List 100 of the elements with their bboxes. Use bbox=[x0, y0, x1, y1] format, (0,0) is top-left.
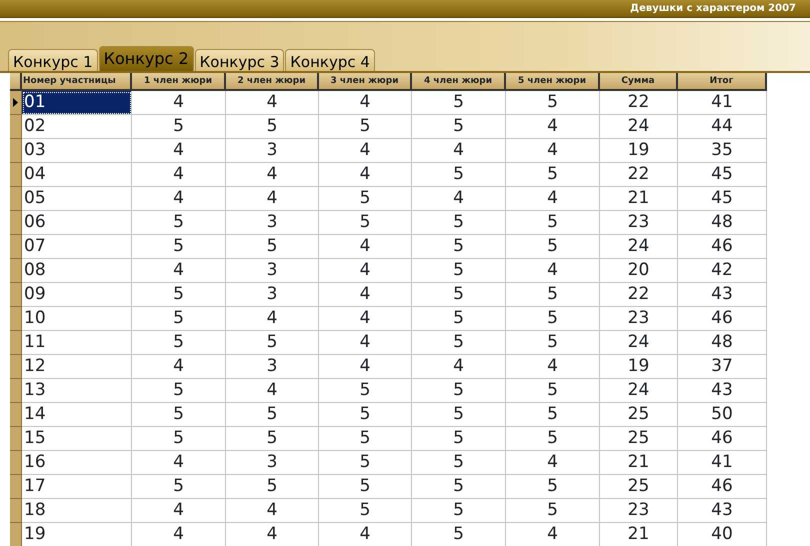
table-cell: 25 bbox=[600, 403, 678, 427]
table-cell: 3 bbox=[226, 259, 319, 283]
table-cell: 5 bbox=[319, 451, 412, 475]
table-cell: 3 bbox=[226, 355, 319, 379]
table-cell: 5 bbox=[132, 283, 226, 307]
table-cell: 5 bbox=[132, 211, 226, 235]
table-cell: 4 bbox=[132, 163, 226, 187]
table-cell: 15 bbox=[22, 427, 132, 451]
table-cell: 4 bbox=[506, 187, 600, 211]
table-cell: 4 bbox=[319, 139, 412, 163]
table-cell: 4 bbox=[319, 235, 412, 259]
table-cell: 22 bbox=[600, 283, 678, 307]
table-cell: 5 bbox=[412, 283, 506, 307]
column-header[interactable]: 4 член жюри bbox=[412, 73, 506, 91]
current-row-icon bbox=[13, 98, 18, 107]
table-cell: 21 bbox=[600, 523, 678, 546]
table-cell: 5 bbox=[319, 115, 412, 139]
table-cell: 48 bbox=[678, 211, 767, 235]
table-cell: 4 bbox=[132, 187, 226, 211]
table-cell: 14 bbox=[22, 403, 132, 427]
table-cell: 5 bbox=[412, 235, 506, 259]
table-cell: 4 bbox=[319, 355, 412, 379]
table-cell: 4 bbox=[506, 259, 600, 283]
table-cell: 44 bbox=[678, 115, 767, 139]
table-cell: 4 bbox=[319, 283, 412, 307]
table-cell: 5 bbox=[506, 235, 600, 259]
table-cell: 5 bbox=[319, 427, 412, 451]
table-cell: 25 bbox=[600, 427, 678, 451]
tab[interactable]: Конкурс 2 bbox=[98, 46, 194, 71]
column-header[interactable]: Номер участницы bbox=[22, 73, 132, 91]
table-cell: 5 bbox=[319, 187, 412, 211]
table-cell: 5 bbox=[319, 403, 412, 427]
table-cell: 46 bbox=[678, 427, 767, 451]
table-cell: 45 bbox=[678, 187, 767, 211]
table-cell: 22 bbox=[600, 163, 678, 187]
table-cell: 5 bbox=[319, 499, 412, 523]
tab[interactable]: Конкурс 1 bbox=[8, 49, 98, 71]
column-header[interactable]: 1 член жюри bbox=[132, 73, 226, 91]
row-selector[interactable] bbox=[10, 91, 22, 115]
table-cell: 4 bbox=[132, 259, 226, 283]
table-cell: 4 bbox=[506, 355, 600, 379]
table-cell: 4 bbox=[319, 331, 412, 355]
table-cell: 5 bbox=[319, 211, 412, 235]
table-cell: 20 bbox=[600, 259, 678, 283]
table-cell: 5 bbox=[132, 379, 226, 403]
table-cell: 5 bbox=[226, 115, 319, 139]
table-cell: 5 bbox=[226, 235, 319, 259]
table-cell: 23 bbox=[600, 499, 678, 523]
table-cell: 5 bbox=[132, 427, 226, 451]
table-cell: 5 bbox=[506, 211, 600, 235]
column-header[interactable]: 5 член жюри bbox=[506, 73, 600, 91]
table-cell: 4 bbox=[132, 499, 226, 523]
table-cell: 4 bbox=[226, 523, 319, 546]
table-cell: 23 bbox=[600, 211, 678, 235]
table-cell: 25 bbox=[600, 475, 678, 499]
table-cell: 03 bbox=[22, 139, 132, 163]
table-cell: 37 bbox=[678, 355, 767, 379]
table-cell: 4 bbox=[412, 139, 506, 163]
table-cell: 5 bbox=[412, 499, 506, 523]
table-cell: 3 bbox=[226, 451, 319, 475]
table-cell: 4 bbox=[319, 163, 412, 187]
table-cell: 41 bbox=[678, 451, 767, 475]
table-cell: 5 bbox=[506, 91, 600, 115]
tab[interactable]: Конкурс 3 bbox=[194, 49, 284, 71]
table-cell: 17 bbox=[22, 475, 132, 499]
table-cell: 12 bbox=[22, 355, 132, 379]
table-cell: 5 bbox=[412, 91, 506, 115]
table-cell: 42 bbox=[678, 259, 767, 283]
table-cell: 18 bbox=[22, 499, 132, 523]
table-cell: 4 bbox=[226, 187, 319, 211]
table-cell: 45 bbox=[678, 163, 767, 187]
table-cell: 4 bbox=[226, 91, 319, 115]
table-cell: 4 bbox=[319, 259, 412, 283]
table-cell: 3 bbox=[226, 139, 319, 163]
table-cell: 13 bbox=[22, 379, 132, 403]
table-cell: 5 bbox=[319, 475, 412, 499]
column-header[interactable]: 3 член жюри bbox=[319, 73, 412, 91]
tab[interactable]: Конкурс 4 bbox=[285, 49, 375, 71]
table-cell: 4 bbox=[132, 523, 226, 546]
table-cell: 5 bbox=[132, 475, 226, 499]
table-cell: 21 bbox=[600, 187, 678, 211]
table-cell: 5 bbox=[506, 499, 600, 523]
table-cell: 5 bbox=[412, 427, 506, 451]
table-cell: 5 bbox=[412, 523, 506, 546]
table-cell: 4 bbox=[506, 115, 600, 139]
table-cell: 4 bbox=[412, 187, 506, 211]
column-header[interactable]: 2 член жюри bbox=[226, 73, 319, 91]
table-cell: 04 bbox=[22, 163, 132, 187]
column-header[interactable]: Итог bbox=[678, 73, 767, 91]
table-cell: 46 bbox=[678, 307, 767, 331]
table-cell: 07 bbox=[22, 235, 132, 259]
table-cell: 46 bbox=[678, 235, 767, 259]
table-cell: 5 bbox=[226, 403, 319, 427]
table-cell: 5 bbox=[412, 403, 506, 427]
table-cell: 5 bbox=[132, 307, 226, 331]
table-cell: 5 bbox=[412, 307, 506, 331]
table-cell: 09 bbox=[22, 283, 132, 307]
table-cell: 4 bbox=[132, 139, 226, 163]
table-cell: 50 bbox=[678, 403, 767, 427]
column-header[interactable]: Сумма bbox=[600, 73, 678, 91]
